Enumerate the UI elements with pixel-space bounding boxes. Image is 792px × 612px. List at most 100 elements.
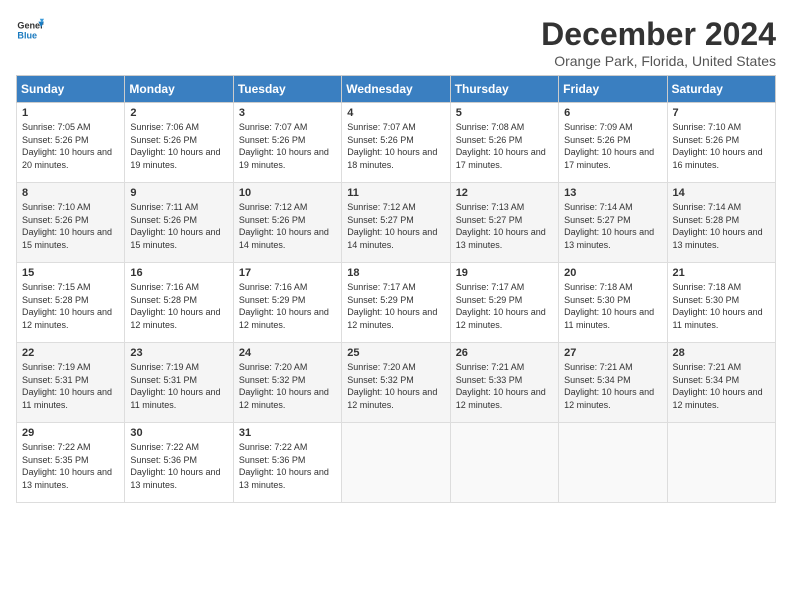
calendar-cell: 28 Sunrise: 7:21 AMSunset: 5:34 PMDayligh… (667, 343, 775, 423)
calendar-cell: 31Sunrise: 7:22 AMSunset: 5:36 PMDayligh… (233, 423, 341, 503)
day-info: Sunrise: 7:12 AMSunset: 5:26 PMDaylight:… (239, 202, 329, 250)
day-info: Sunrise: 7:14 AMSunset: 5:27 PMDaylight:… (564, 202, 654, 250)
day-number: 30 (130, 427, 227, 439)
day-info: Sunrise: 7:22 AMSunset: 5:36 PMDaylight:… (239, 442, 329, 490)
day-info: Sunrise: 7:16 AMSunset: 5:29 PMDaylight:… (239, 282, 329, 330)
day-number: 26 (456, 347, 553, 359)
calendar-cell: 8 Sunrise: 7:10 AMSunset: 5:26 PMDaylight… (17, 183, 125, 263)
day-number: 14 (673, 187, 770, 199)
calendar-cell: 4Sunrise: 7:07 AMSunset: 5:26 PMDaylight… (342, 103, 450, 183)
calendar-cell: 6 Sunrise: 7:09 AMSunset: 5:26 PMDaylight… (559, 103, 667, 183)
day-info: Sunrise: 7:10 AMSunset: 5:26 PMDaylight:… (673, 122, 763, 170)
calendar-cell: 1Sunrise: 7:05 AMSunset: 5:26 PMDaylight… (17, 103, 125, 183)
location: Orange Park, Florida, United States (541, 53, 776, 69)
day-info: Sunrise: 7:11 AMSunset: 5:26 PMDaylight:… (130, 202, 220, 250)
calendar-cell: 30 Sunrise: 7:22 AMSunset: 5:36 PMDayligh… (125, 423, 233, 503)
day-number: 6 (564, 107, 661, 119)
calendar-cell: 3 Sunrise: 7:07 AMSunset: 5:26 PMDaylight… (233, 103, 341, 183)
day-info: Sunrise: 7:07 AMSunset: 5:26 PMDaylight:… (347, 122, 437, 170)
day-info: Sunrise: 7:19 AMSunset: 5:31 PMDaylight:… (130, 362, 220, 410)
calendar-cell: 17 Sunrise: 7:16 AMSunset: 5:29 PMDayligh… (233, 263, 341, 343)
day-number: 17 (239, 267, 336, 279)
day-number: 21 (673, 267, 770, 279)
calendar-week-row: 22 Sunrise: 7:19 AMSunset: 5:31 PMDayligh… (17, 343, 776, 423)
calendar-cell: 29Sunrise: 7:22 AMSunset: 5:35 PMDayligh… (17, 423, 125, 503)
day-number: 3 (239, 107, 336, 119)
calendar-cell: 15 Sunrise: 7:15 AMSunset: 5:28 PMDayligh… (17, 263, 125, 343)
day-number: 13 (564, 187, 661, 199)
calendar-cell: 14 Sunrise: 7:14 AMSunset: 5:28 PMDayligh… (667, 183, 775, 263)
day-info: Sunrise: 7:06 AMSunset: 5:26 PMDaylight:… (130, 122, 220, 170)
weekday-header-tuesday: Tuesday (233, 76, 341, 103)
weekday-header-sunday: Sunday (17, 76, 125, 103)
day-number: 1 (22, 107, 119, 119)
logo-icon: General Blue (16, 16, 44, 44)
calendar-cell: 7 Sunrise: 7:10 AMSunset: 5:26 PMDaylight… (667, 103, 775, 183)
weekday-header-saturday: Saturday (667, 76, 775, 103)
title-block: December 2024 Orange Park, Florida, Unit… (541, 16, 776, 69)
calendar-week-row: 1Sunrise: 7:05 AMSunset: 5:26 PMDaylight… (17, 103, 776, 183)
calendar-cell: 26Sunrise: 7:21 AMSunset: 5:33 PMDayligh… (450, 343, 558, 423)
day-info: Sunrise: 7:22 AMSunset: 5:36 PMDaylight:… (130, 442, 220, 490)
calendar-week-row: 8 Sunrise: 7:10 AMSunset: 5:26 PMDaylight… (17, 183, 776, 263)
day-number: 22 (22, 347, 119, 359)
day-number: 9 (130, 187, 227, 199)
calendar-cell: 27 Sunrise: 7:21 AMSunset: 5:34 PMDayligh… (559, 343, 667, 423)
day-number: 15 (22, 267, 119, 279)
day-number: 16 (130, 267, 227, 279)
calendar-cell (342, 423, 450, 503)
logo: General Blue (16, 16, 44, 44)
day-number: 7 (673, 107, 770, 119)
calendar-cell: 24 Sunrise: 7:20 AMSunset: 5:32 PMDayligh… (233, 343, 341, 423)
calendar-cell: 13 Sunrise: 7:14 AMSunset: 5:27 PMDayligh… (559, 183, 667, 263)
calendar-cell: 21 Sunrise: 7:18 AMSunset: 5:30 PMDayligh… (667, 263, 775, 343)
day-number: 20 (564, 267, 661, 279)
calendar-cell: 9 Sunrise: 7:11 AMSunset: 5:26 PMDaylight… (125, 183, 233, 263)
day-number: 24 (239, 347, 336, 359)
calendar-cell (667, 423, 775, 503)
day-info: Sunrise: 7:07 AMSunset: 5:26 PMDaylight:… (239, 122, 329, 170)
day-info: Sunrise: 7:10 AMSunset: 5:26 PMDaylight:… (22, 202, 112, 250)
day-number: 23 (130, 347, 227, 359)
day-number: 27 (564, 347, 661, 359)
calendar-cell: 19 Sunrise: 7:17 AMSunset: 5:29 PMDayligh… (450, 263, 558, 343)
day-info: Sunrise: 7:14 AMSunset: 5:28 PMDaylight:… (673, 202, 763, 250)
day-info: Sunrise: 7:08 AMSunset: 5:26 PMDaylight:… (456, 122, 546, 170)
day-info: Sunrise: 7:15 AMSunset: 5:28 PMDaylight:… (22, 282, 112, 330)
calendar-cell: 5 Sunrise: 7:08 AMSunset: 5:26 PMDaylight… (450, 103, 558, 183)
calendar-week-row: 29Sunrise: 7:22 AMSunset: 5:35 PMDayligh… (17, 423, 776, 503)
calendar-cell: 22 Sunrise: 7:19 AMSunset: 5:31 PMDayligh… (17, 343, 125, 423)
weekday-header-thursday: Thursday (450, 76, 558, 103)
day-number: 19 (456, 267, 553, 279)
day-info: Sunrise: 7:16 AMSunset: 5:28 PMDaylight:… (130, 282, 220, 330)
day-info: Sunrise: 7:17 AMSunset: 5:29 PMDaylight:… (347, 282, 437, 330)
calendar-cell: 10Sunrise: 7:12 AMSunset: 5:26 PMDayligh… (233, 183, 341, 263)
weekday-header-monday: Monday (125, 76, 233, 103)
day-number: 18 (347, 267, 444, 279)
day-number: 12 (456, 187, 553, 199)
calendar-cell: 2Sunrise: 7:06 AMSunset: 5:26 PMDaylight… (125, 103, 233, 183)
day-info: Sunrise: 7:19 AMSunset: 5:31 PMDaylight:… (22, 362, 112, 410)
day-info: Sunrise: 7:12 AMSunset: 5:27 PMDaylight:… (347, 202, 437, 250)
calendar-cell (559, 423, 667, 503)
day-info: Sunrise: 7:21 AMSunset: 5:34 PMDaylight:… (564, 362, 654, 410)
day-info: Sunrise: 7:17 AMSunset: 5:29 PMDaylight:… (456, 282, 546, 330)
calendar-cell: 16 Sunrise: 7:16 AMSunset: 5:28 PMDayligh… (125, 263, 233, 343)
calendar-cell (450, 423, 558, 503)
day-number: 28 (673, 347, 770, 359)
calendar-week-row: 15 Sunrise: 7:15 AMSunset: 5:28 PMDayligh… (17, 263, 776, 343)
day-number: 5 (456, 107, 553, 119)
day-info: Sunrise: 7:20 AMSunset: 5:32 PMDaylight:… (239, 362, 329, 410)
day-number: 8 (22, 187, 119, 199)
weekday-header-friday: Friday (559, 76, 667, 103)
page-header: General Blue December 2024 Orange Park, … (16, 16, 776, 69)
weekday-header-wednesday: Wednesday (342, 76, 450, 103)
day-info: Sunrise: 7:18 AMSunset: 5:30 PMDaylight:… (673, 282, 763, 330)
day-info: Sunrise: 7:20 AMSunset: 5:32 PMDaylight:… (347, 362, 437, 410)
day-number: 11 (347, 187, 444, 199)
day-info: Sunrise: 7:21 AMSunset: 5:34 PMDaylight:… (673, 362, 763, 410)
day-info: Sunrise: 7:09 AMSunset: 5:26 PMDaylight:… (564, 122, 654, 170)
calendar-table: SundayMondayTuesdayWednesdayThursdayFrid… (16, 75, 776, 503)
calendar-cell: 11 Sunrise: 7:12 AMSunset: 5:27 PMDayligh… (342, 183, 450, 263)
calendar-cell: 25Sunrise: 7:20 AMSunset: 5:32 PMDayligh… (342, 343, 450, 423)
